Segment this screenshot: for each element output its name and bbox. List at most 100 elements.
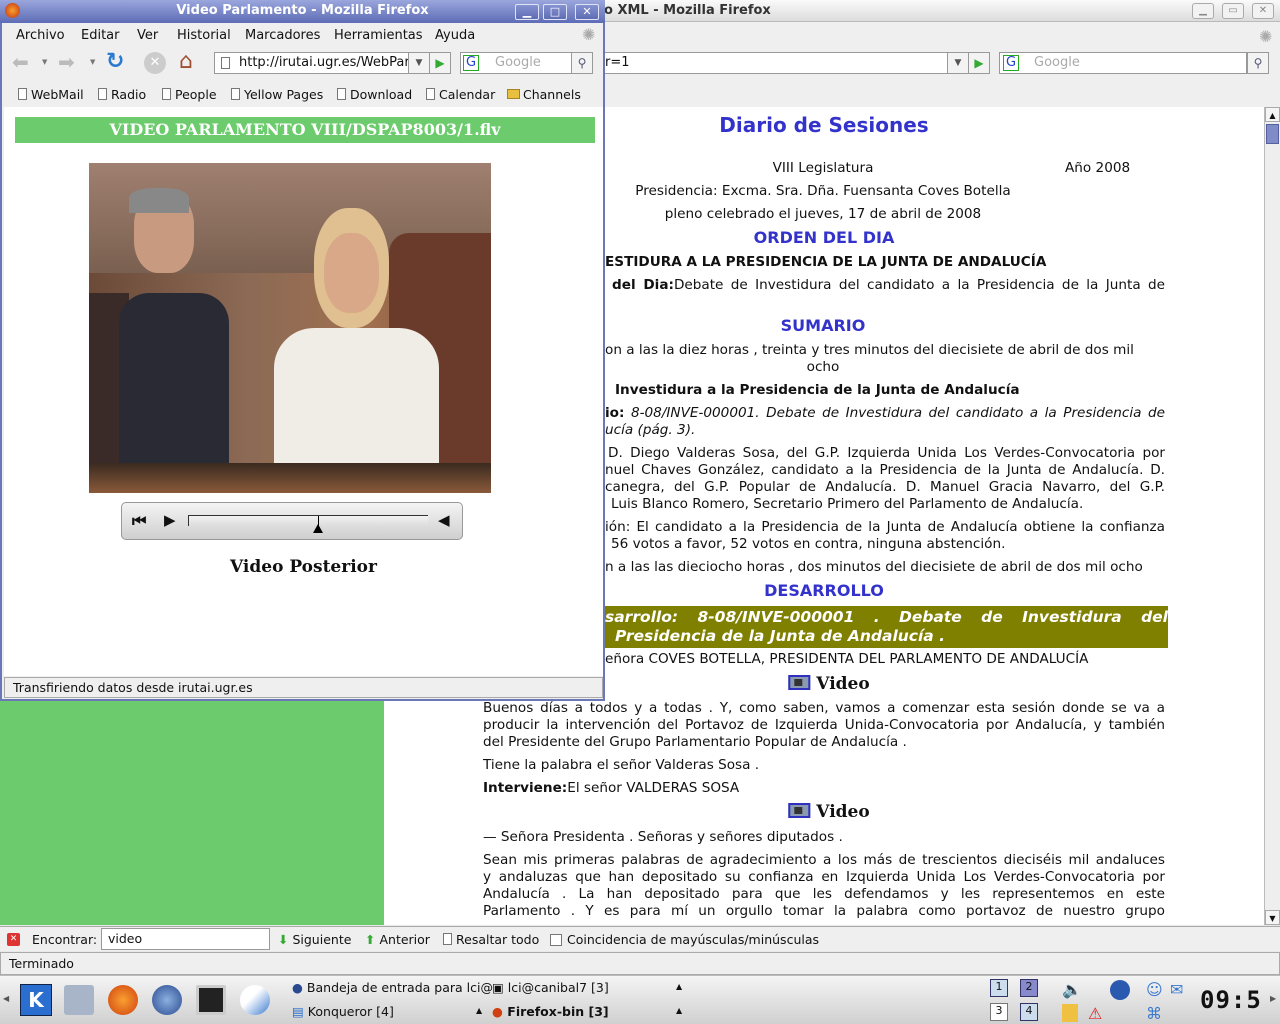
bookmark-icon <box>426 88 435 100</box>
stop-button[interactable]: ✕ <box>144 52 166 74</box>
menu-ayuda[interactable]: Ayuda <box>435 28 475 43</box>
video-window-titlebar[interactable]: Video Parlamento - Mozilla Firefox ▁ □ ✕ <box>0 0 605 23</box>
editor-icon[interactable] <box>240 985 270 1015</box>
close-button[interactable]: ✕ <box>575 4 599 20</box>
forward-button[interactable]: ➡ <box>58 50 75 74</box>
next-video-link[interactable]: Video Posterior <box>4 557 603 577</box>
intro-line: del Presidente del Grupo Parlamentario P… <box>483 734 907 750</box>
find-input[interactable]: video <box>101 928 270 950</box>
task-thunderbird[interactable]: ● Bandeja de entrada para lci@ <box>292 980 493 995</box>
progress-track[interactable] <box>188 515 428 526</box>
back-history-dropdown[interactable]: ▼ <box>42 58 47 66</box>
minimize-button[interactable]: ▁ <box>515 4 539 20</box>
menu-herramientas[interactable]: Herramientas <box>334 28 423 43</box>
bookmark-yellow-pages[interactable]: Yellow Pages <box>231 87 323 102</box>
play-button[interactable]: ▶ <box>164 511 176 529</box>
maximize-button[interactable]: □ <box>543 4 567 20</box>
menu-ver[interactable]: Ver <box>137 28 158 43</box>
go-button[interactable]: ▶ <box>429 52 451 74</box>
thunderbird-icon[interactable] <box>152 985 182 1015</box>
reload-button[interactable]: ↻ <box>106 49 124 74</box>
task-terminal[interactable]: ▣ lci@canibal7 [3] <box>492 980 609 995</box>
task-group-arrow[interactable]: ▲ <box>676 982 682 991</box>
bookmark-channels[interactable]: Channels <box>507 87 581 102</box>
bookmark-webmail[interactable]: WebMail <box>18 87 84 102</box>
desktop-1[interactable]: 1 <box>990 979 1008 997</box>
scrollbar[interactable]: ▲ ▼ <box>1264 107 1280 925</box>
desktop-2[interactable]: 2 <box>1020 979 1038 997</box>
highlight-all-button[interactable]: Resaltar todo <box>443 932 539 947</box>
scroll-thumb[interactable] <box>1266 124 1279 144</box>
sumario-heading: SUMARIO <box>780 316 866 335</box>
search-icon[interactable]: ⚲ <box>571 52 593 74</box>
seek-handle[interactable] <box>312 516 324 533</box>
find-bar: ✕ Encontrar: video ⬇ Siguiente ⬆ Anterio… <box>0 926 1280 951</box>
video-page: VIDEO PARLAMENTO VIII/DSPAP8003/1.flv ⏮ … <box>4 107 603 676</box>
volume-icon[interactable]: 🔈 <box>1062 980 1082 999</box>
bookmark-icon <box>98 88 107 100</box>
minimize-button[interactable]: ▁ <box>1192 3 1214 19</box>
network-icon[interactable] <box>1110 980 1130 1000</box>
match-case-checkbox[interactable]: Coincidencia de mayúsculas/minúsculas <box>550 932 819 947</box>
clock[interactable]: 09:5 <box>1200 986 1262 1014</box>
klipper-icon[interactable] <box>1062 1004 1078 1022</box>
forward-history-dropdown[interactable]: ▼ <box>90 58 95 66</box>
close-find-icon[interactable]: ✕ <box>7 933 20 946</box>
url-bar[interactable]: http://irutai.ugr.es/WebParl <box>214 52 413 74</box>
close-button[interactable]: ✕ <box>1252 3 1274 19</box>
bookmark-radio[interactable]: Radio <box>98 87 146 102</box>
find-next-button[interactable]: ⬇ Siguiente <box>278 932 351 947</box>
firefox-icon[interactable] <box>108 985 138 1015</box>
menu-historial[interactable]: Historial <box>177 28 231 43</box>
intro-line: Buenos días a todos y a todas . Y, como … <box>483 700 1165 716</box>
bookmark-download[interactable]: Download <box>337 87 412 102</box>
menu-archivo[interactable]: Archivo <box>16 28 65 43</box>
task-group-arrow[interactable]: ▲ <box>676 1006 682 1015</box>
video-link[interactable]: Video <box>788 803 870 822</box>
desktop-3[interactable]: 3 <box>990 1003 1008 1021</box>
votacion-line: ión: El candidato a la Presidencia de la… <box>605 519 1165 535</box>
scroll-up-arrow[interactable]: ▲ <box>1265 107 1280 122</box>
status-bar: Terminado <box>0 952 1280 975</box>
user-icon[interactable]: ☺ <box>1146 980 1163 999</box>
search-icon[interactable]: ⚲ <box>1247 52 1269 74</box>
maximize-button[interactable]: ▭ <box>1222 3 1244 19</box>
thunderbird-small-icon: ● <box>292 980 303 995</box>
konqueror-icon: ▤ <box>292 1004 304 1019</box>
bookmark-calendar[interactable]: Calendar <box>426 87 495 102</box>
status-bar: Transfiriendo datos desde irutai.ugr.es <box>4 677 603 698</box>
computer-icon[interactable] <box>64 985 94 1015</box>
scroll-down-arrow[interactable]: ▼ <box>1265 910 1280 925</box>
desktop-4[interactable]: 4 <box>1020 1003 1038 1021</box>
menu-marcadores[interactable]: Marcadores <box>245 28 320 43</box>
left-arrow-icon[interactable]: ◀ <box>3 994 9 1003</box>
home-button[interactable]: ⌂ <box>179 49 193 74</box>
go-button[interactable]: ▶ <box>968 52 990 74</box>
rewind-button[interactable]: ⏮ <box>132 511 146 531</box>
menu-editar[interactable]: Editar <box>81 28 120 43</box>
video-title: VIDEO PARLAMENTO VIII/DSPAP8003/1.flv <box>15 117 595 143</box>
task-konqueror[interactable]: ▤ Konqueror [4] <box>292 1004 394 1019</box>
terminal-icon[interactable] <box>196 985 226 1015</box>
volume-icon[interactable]: ◀ <box>438 511 450 529</box>
url-bar[interactable]: r=1 <box>600 52 948 74</box>
task-group-arrow[interactable]: ▲ <box>476 1006 482 1015</box>
video-frame[interactable] <box>89 163 491 493</box>
bookmark-people[interactable]: People <box>162 87 217 102</box>
mail-icon[interactable]: ✉ <box>1170 980 1183 999</box>
warning-icon[interactable]: ⚠ <box>1088 1004 1102 1023</box>
presidenta: eñora COVES BOTELLA, PRESIDENTA DEL PARL… <box>605 651 1089 667</box>
right-arrow-icon[interactable]: ▶ <box>1270 994 1276 1003</box>
back-button[interactable]: ⬅ <box>12 50 29 74</box>
network-tray-icon[interactable]: ⌘ <box>1146 1004 1162 1023</box>
url-dropdown[interactable]: ▼ <box>947 52 969 74</box>
kde-menu-icon[interactable]: K <box>20 984 52 1016</box>
find-prev-button[interactable]: ⬆ Anterior <box>365 932 430 947</box>
google-icon[interactable]: G <box>1003 55 1019 71</box>
search-input[interactable]: Google <box>999 52 1247 74</box>
url-dropdown[interactable]: ▼ <box>408 52 430 74</box>
google-icon[interactable]: G <box>463 55 479 71</box>
task-firefox[interactable]: ● Firefox-bin [3] <box>492 1004 609 1019</box>
bookmark-icon <box>337 88 346 100</box>
video-link[interactable]: Video <box>788 675 870 694</box>
